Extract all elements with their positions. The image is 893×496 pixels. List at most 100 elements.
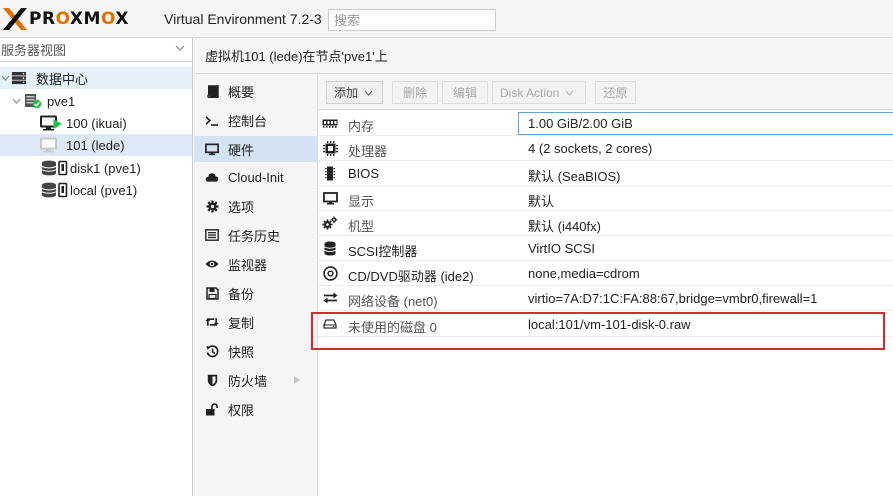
exchange-icon [322, 291, 338, 305]
add-button[interactable]: 添加 [326, 81, 383, 104]
hardware-value: 4 (2 sockets, 2 cores) [528, 141, 653, 156]
chevron-expand-icon[interactable] [12, 96, 21, 106]
remove-button-label: 删除 [402, 86, 427, 100]
datacenter-icon [12, 72, 26, 85]
highlight-annotation-box [311, 312, 885, 350]
eye-icon [205, 257, 219, 271]
search-input[interactable] [328, 9, 496, 31]
nav-summary[interactable]: 概要 [194, 78, 318, 104]
desktop-icon [205, 142, 219, 156]
cpu-icon [322, 140, 338, 156]
tree-item-label: disk1 (pve1) [70, 160, 141, 176]
tree-item-label: 100 (ikuai) [66, 115, 127, 131]
top-header: PROXMOX Virtual Environment 7.2-3 [0, 0, 893, 38]
revert-button[interactable]: 还原 [595, 81, 636, 104]
nav-task-history[interactable]: 任务历史 [194, 222, 318, 248]
hardware-row-display[interactable]: 显示 默认 [318, 186, 893, 211]
hardware-value: VirtIO SCSI [528, 241, 595, 256]
nav-label: 备份 [228, 286, 255, 302]
hardware-panel: 添加 删除 编辑 Disk Action 还原 内存 1.00 GiB/2.00… [318, 74, 893, 496]
gear-icon [205, 199, 219, 213]
hardware-value: 默认 (i440fx) [528, 219, 601, 234]
nav-label: 硬件 [228, 142, 255, 158]
nav-snapshot[interactable]: 快照 [194, 338, 318, 364]
remove-button[interactable]: 删除 [392, 81, 438, 104]
tree-item-storage-local[interactable]: local (pve1) [41, 179, 137, 201]
microchip-icon [322, 166, 338, 180]
nav-label: 控制台 [228, 113, 268, 129]
edit-button-label: 编辑 [452, 86, 477, 100]
vm-stopped-icon [40, 137, 57, 153]
retweet-icon [205, 315, 219, 329]
memory-icon [322, 116, 338, 130]
nav-label: 概要 [228, 84, 255, 100]
book-icon [205, 84, 219, 98]
terminal-icon [205, 113, 219, 127]
proxmox-logo[interactable]: PROXMOX [2, 6, 129, 32]
proxmox-x-logo-icon [3, 8, 27, 30]
nav-backup[interactable]: 备份 [194, 280, 318, 306]
tree-item-label: pve1 [47, 93, 76, 109]
hardware-label: 网络设备 (net0) [348, 294, 438, 309]
tree-item-vm-101[interactable]: 101 (lede) [0, 134, 192, 156]
logo-text: PROXMOX [29, 9, 129, 29]
view-selector-value: 服务器视图 [1, 43, 67, 58]
hardware-row-memory[interactable]: 内存 1.00 GiB/2.00 GiB [318, 111, 893, 136]
tree-item-label: local (pve1) [70, 182, 138, 198]
tree-item-storage-disk1[interactable]: disk1 (pve1) [41, 157, 141, 179]
cogs-icon [322, 216, 338, 230]
disk-action-button[interactable]: Disk Action [492, 81, 586, 104]
storage-icon [41, 182, 68, 198]
nav-label: 权限 [228, 402, 255, 418]
tree-item-node-pve1[interactable]: pve1 [12, 90, 75, 112]
tree-item-vm-100[interactable]: 100 (ikuai) [40, 112, 127, 134]
nav-firewall[interactable]: 防火墙 [194, 367, 318, 393]
view-selector[interactable]: 服务器视图 [0, 38, 192, 62]
nav-label: 防火墙 [228, 373, 268, 389]
database-icon [322, 241, 338, 255]
nav-options[interactable]: 选项 [194, 193, 318, 219]
nav-cloud-init[interactable]: Cloud-Init [194, 164, 318, 190]
hardware-label: 机型 [348, 219, 375, 234]
nav-label: 复制 [228, 315, 255, 331]
tree-item-datacenter[interactable]: 数据中心 [0, 67, 192, 89]
tree-item-label: 101 (lede) [66, 137, 125, 153]
nav-console[interactable]: 控制台 [194, 107, 318, 133]
chevron-expand-icon[interactable] [1, 73, 10, 83]
hardware-label: 显示 [348, 194, 375, 209]
page-title: 虚拟机101 (lede)在节点'pve1'上 [194, 38, 893, 74]
submenu-arrow-icon[interactable] [293, 375, 301, 385]
hardware-row-machine[interactable]: 机型 默认 (i440fx) [318, 211, 893, 236]
nav-label: 选项 [228, 199, 255, 215]
cdrom-icon [322, 265, 338, 281]
revert-button-label: 还原 [603, 86, 628, 100]
hardware-label: 内存 [348, 119, 375, 134]
shield-icon [205, 373, 219, 387]
nav-hardware[interactable]: 硬件 [194, 136, 318, 162]
node-online-icon [25, 94, 42, 109]
hardware-row-cdrom[interactable]: CD/DVD驱动器 (ide2) none,media=cdrom [318, 261, 893, 286]
edit-button[interactable]: 编辑 [442, 81, 488, 104]
hardware-value: 默认 [528, 194, 555, 209]
hardware-label: 处理器 [348, 144, 388, 159]
nav-monitor[interactable]: 监视器 [194, 251, 318, 277]
nav-label: 监视器 [228, 257, 268, 273]
hardware-label: CD/DVD驱动器 (ide2) [348, 269, 474, 284]
page-title-text: 虚拟机101 (lede)在节点'pve1'上 [205, 49, 388, 64]
hardware-label: BIOS [348, 166, 380, 181]
display-icon [322, 191, 338, 205]
nav-replication[interactable]: 复制 [194, 309, 318, 335]
hardware-label: SCSI控制器 [348, 244, 418, 259]
nav-permissions[interactable]: 权限 [194, 396, 318, 422]
floppy-icon [205, 286, 219, 300]
unlock-icon [205, 402, 219, 416]
add-button-label: 添加 [334, 86, 359, 100]
nav-label: 快照 [228, 344, 255, 360]
hardware-row-bios[interactable]: BIOS 默认 (SeaBIOS) [318, 161, 893, 186]
chevron-down-icon [364, 90, 373, 96]
tree-item-label: 数据中心 [36, 71, 89, 87]
hardware-row-network[interactable]: 网络设备 (net0) virtio=7A:D7:1C:FA:88:67,bri… [318, 286, 893, 311]
hardware-row-scsi-controller[interactable]: SCSI控制器 VirtIO SCSI [318, 236, 893, 261]
chevron-down-icon [565, 90, 574, 96]
hardware-row-cpu[interactable]: 处理器 4 (2 sockets, 2 cores) [318, 136, 893, 161]
